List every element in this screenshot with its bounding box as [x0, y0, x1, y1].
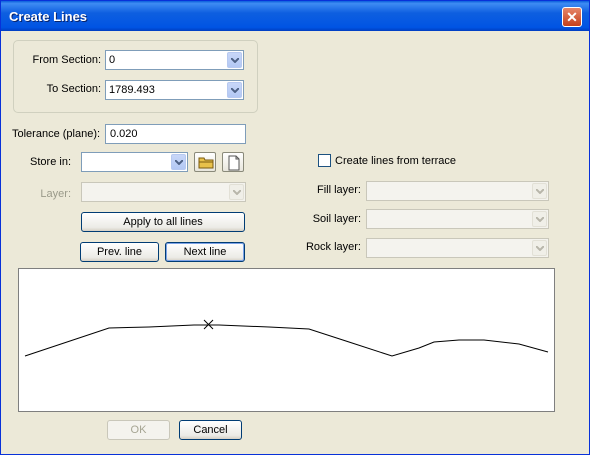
- rock-layer-label: Rock layer:: [305, 241, 361, 253]
- soil-layer-combo[interactable]: [366, 209, 549, 229]
- from-section-combo[interactable]: 0: [105, 50, 244, 70]
- from-section-value: 0: [109, 54, 116, 66]
- terrace-checkbox-label[interactable]: Create lines from terrace: [335, 155, 456, 167]
- profile-preview[interactable]: [18, 268, 555, 412]
- apply-to-all-lines-button[interactable]: Apply to all lines: [81, 212, 245, 232]
- layer-combo[interactable]: [81, 182, 246, 202]
- store-in-label: Store in:: [30, 156, 71, 168]
- tolerance-value: 0.020: [110, 128, 138, 140]
- terrace-checkbox[interactable]: [318, 154, 331, 167]
- rock-layer-combo[interactable]: [366, 238, 549, 258]
- to-section-label: To Section:: [46, 83, 101, 95]
- chevron-down-icon[interactable]: [532, 240, 547, 256]
- cancel-button[interactable]: Cancel: [179, 420, 242, 440]
- soil-layer-label: Soil layer:: [312, 213, 361, 225]
- create-lines-dialog: Create Lines ✕ From Section: 0 To Sectio…: [0, 0, 590, 455]
- layer-label: Layer:: [40, 188, 71, 200]
- profile-line: [24, 324, 549, 357]
- chevron-down-icon[interactable]: [532, 211, 547, 227]
- chevron-down-icon[interactable]: [227, 52, 242, 68]
- folder-icon: [198, 157, 214, 169]
- chevron-down-icon[interactable]: [227, 82, 242, 98]
- profile-canvas: [24, 319, 549, 357]
- chevron-down-icon[interactable]: [229, 184, 244, 200]
- ok-button[interactable]: OK: [107, 420, 170, 440]
- close-button[interactable]: ✕: [562, 7, 582, 27]
- fill-layer-combo[interactable]: [366, 181, 549, 201]
- chevron-down-icon[interactable]: [532, 183, 547, 199]
- prev-line-button[interactable]: Prev. line: [80, 242, 159, 262]
- store-in-combo[interactable]: [81, 152, 188, 172]
- to-section-value: 1789.493: [109, 84, 155, 96]
- window-title: Create Lines: [9, 9, 88, 24]
- tolerance-input[interactable]: 0.020: [105, 124, 246, 144]
- new-file-button[interactable]: [222, 152, 244, 172]
- browse-folder-button[interactable]: [194, 152, 216, 172]
- new-document-icon: [228, 155, 240, 171]
- next-line-button[interactable]: Next line: [165, 242, 245, 262]
- from-section-label: From Section:: [32, 54, 101, 66]
- chevron-down-icon[interactable]: [171, 154, 186, 170]
- to-section-combo[interactable]: 1789.493: [105, 80, 244, 100]
- tolerance-label: Tolerance (plane):: [12, 128, 101, 140]
- close-icon: ✕: [566, 9, 578, 25]
- fill-layer-label: Fill layer:: [316, 184, 361, 196]
- title-bar[interactable]: Create Lines ✕: [1, 1, 589, 31]
